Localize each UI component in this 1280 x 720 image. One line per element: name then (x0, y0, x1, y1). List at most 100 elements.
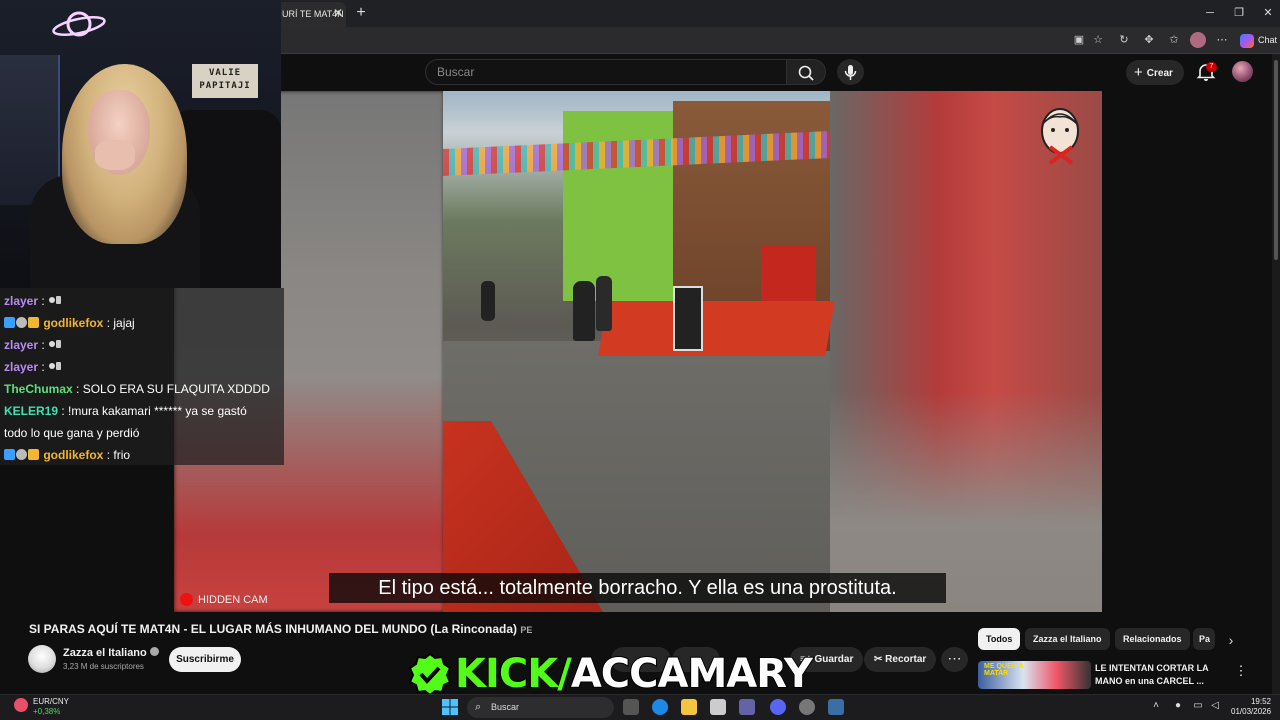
chat-username[interactable]: KELER19 (4, 404, 58, 418)
system-clock[interactable]: 19:52 01/03/2026 (1231, 697, 1271, 717)
chat-message: TheChumax : SOLO ERA SU FLAQUITA XDDDD (4, 378, 270, 400)
thumb-text-line2: MATAR (984, 670, 1009, 677)
notification-count-badge: 7 (1206, 62, 1217, 72)
restore-button[interactable]: ❐ (1227, 4, 1251, 22)
chat-text: !mura kakamari ****** ya se gastó (68, 404, 247, 418)
chat-username[interactable]: godlikefox (43, 316, 103, 330)
obs-icon[interactable] (799, 699, 815, 715)
recommended-video-title[interactable]: LE INTENTAN CORTAR LA MANO en una CARCEL … (1095, 662, 1220, 688)
kick-username: ACCAMARY (570, 650, 814, 698)
subscriber-badge-icon (4, 449, 15, 460)
teams-icon[interactable] (739, 699, 755, 715)
channel-avatar[interactable] (28, 645, 56, 673)
settings-gear-icon[interactable] (828, 699, 844, 715)
copilot-chat-button[interactable]: Chat (1240, 31, 1277, 49)
ticker-widget[interactable]: EUR/CNY +0,38% (33, 697, 69, 717)
chat-message: zlayer : (4, 290, 62, 312)
chat-username[interactable]: zlayer (4, 360, 38, 374)
chat-message: KELER19 : !mura kakamari ****** ya se ga… (4, 400, 247, 422)
pedestrian (573, 281, 595, 341)
screen: URÍ TE MAT4N ✕ + ─ ❐ ✕ ▣ ☆ ↻ ✥ ✩ ⋯ Chat … (0, 0, 1280, 720)
discord-icon[interactable] (770, 699, 786, 715)
video-frame (443, 91, 835, 612)
subscribe-button[interactable]: Suscribirme (169, 647, 241, 672)
ticker-name: EUR/CNY (33, 697, 70, 706)
filter-chip-related[interactable]: Relacionados (1115, 628, 1190, 650)
subscriber-count: 3,23 M de suscriptores (63, 662, 144, 671)
filter-chip-all[interactable]: Todos (978, 628, 1021, 650)
chat-username[interactable]: zlayer (4, 338, 38, 352)
profile-icon[interactable] (1190, 32, 1206, 48)
edge-browser-icon[interactable] (652, 699, 668, 715)
favorites-icon[interactable]: ✩ (1166, 32, 1182, 48)
volume-icon[interactable]: ◁ (1209, 700, 1221, 712)
emote-icon (48, 357, 62, 370)
chevron-up-icon[interactable]: ˄ (1150, 700, 1162, 712)
filter-chip-channel[interactable]: Zazza el Italiano (1025, 628, 1110, 650)
ticker-icon (14, 698, 28, 712)
filter-chip-more[interactable]: Pa (1193, 628, 1215, 650)
save-label: Guardar (814, 654, 854, 665)
video-player[interactable] (174, 91, 1102, 612)
wall-sign: VALIE PAPITAJI (192, 64, 258, 98)
chat-username[interactable]: TheChumax (4, 382, 73, 396)
file-explorer-icon[interactable] (681, 699, 697, 715)
wall-sign-line1: VALIE (208, 68, 242, 78)
favorite-star-icon[interactable]: ☆ (1090, 32, 1106, 48)
task-view-icon[interactable] (623, 699, 639, 715)
pedestrian (481, 281, 495, 321)
chat-separator: : (38, 360, 49, 374)
clip-label: Recortar (885, 654, 927, 665)
moderator-badge-icon (16, 317, 27, 328)
chat-separator: : (38, 294, 49, 308)
windows-start-icon[interactable] (442, 699, 458, 715)
emote-icon (48, 335, 62, 348)
network-icon[interactable]: ▭ (1192, 700, 1204, 712)
store-icon[interactable] (710, 699, 726, 715)
refresh-icon[interactable]: ↻ (1116, 32, 1132, 48)
video-title-text: SI PARAS AQUÍ TE MAT4N - EL LUGAR MÁS IN… (29, 622, 518, 636)
chat-username[interactable]: godlikefox (43, 448, 103, 462)
channel-name-text: Zazza el Italiano (63, 647, 147, 659)
hidden-cam-text: HIDDEN CAM (198, 594, 268, 606)
rec-title-line1: LE INTENTAN CORTAR LA (1095, 663, 1209, 673)
clip-button[interactable]: ✂ Recortar (864, 647, 937, 672)
verified-icon (149, 647, 159, 656)
subscriber-badge-icon (4, 317, 15, 328)
minimize-button[interactable]: ─ (1198, 4, 1222, 22)
chat-username[interactable]: zlayer (4, 294, 38, 308)
search-input[interactable]: Buscar (425, 59, 787, 85)
microphone-tray-icon[interactable]: ● (1172, 700, 1184, 712)
chevron-right-icon[interactable]: › (1222, 631, 1240, 649)
video-title-suffix: PE (520, 625, 533, 635)
account-avatar[interactable] (1232, 61, 1253, 82)
microphone-icon (844, 65, 857, 80)
close-window-button[interactable]: ✕ (1256, 4, 1280, 22)
emote-icon (48, 291, 62, 304)
chat-separator: : (103, 448, 114, 462)
channel-name[interactable]: Zazza el Italiano (63, 647, 159, 659)
app-available-icon[interactable]: ▣ (1071, 32, 1087, 48)
extensions-icon[interactable]: ✥ (1141, 32, 1157, 48)
scrollbar-thumb[interactable] (1274, 60, 1278, 260)
taskbar (0, 694, 1280, 720)
create-button[interactable]: + Crear (1126, 60, 1184, 85)
search-button[interactable] (786, 59, 826, 85)
webcam-overlay: VALIE PAPITAJI (0, 0, 281, 288)
tab-close-icon[interactable]: ✕ (331, 5, 345, 21)
chat-label: Chat (1258, 35, 1278, 45)
voice-search-button[interactable] (837, 59, 864, 85)
ticker-change: +0,38% (33, 707, 61, 716)
taskbar-search[interactable]: Buscar (467, 697, 614, 718)
street-sign-board (673, 286, 703, 351)
more-actions-button[interactable]: ⋯ (941, 647, 968, 672)
clock-time: 19:52 (1250, 697, 1271, 706)
new-tab-button[interactable]: + (352, 3, 370, 23)
crown-badge-icon (28, 449, 39, 460)
kick-prefix: KICK/ (454, 650, 573, 698)
red-sidewalk (598, 301, 835, 356)
chat-text: SOLO ERA SU FLAQUITA XDDDD (82, 382, 270, 396)
pedestrian (596, 276, 612, 331)
more-options-icon[interactable]: ⋯ (1214, 32, 1230, 48)
recommended-more-icon[interactable]: ⋮ (1234, 662, 1248, 680)
